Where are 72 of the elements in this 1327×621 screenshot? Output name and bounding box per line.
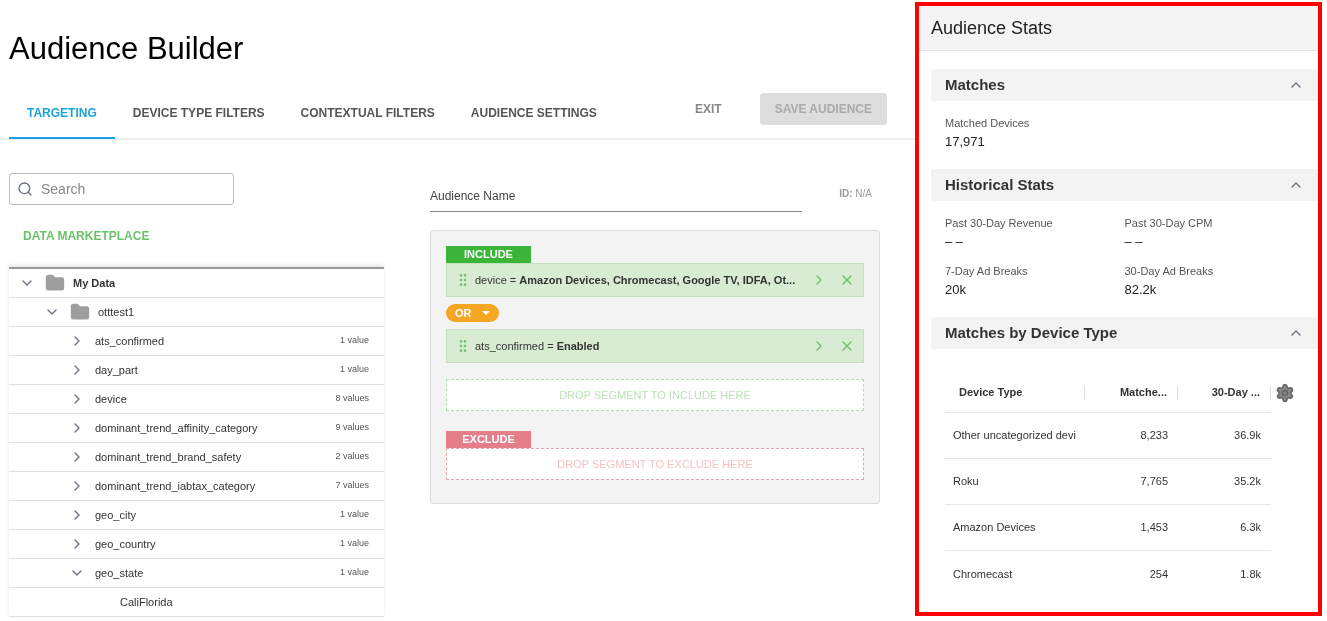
table-cell-text: 1.8k (1239, 566, 1262, 582)
exit-button[interactable]: EXIT (694, 100, 722, 118)
tree-item-label[interactable]: day_part (95, 361, 138, 379)
metric-value: 17,971 (945, 132, 986, 151)
segment-chip[interactable]: ats_confirmed = Enabled (446, 329, 864, 363)
tab[interactable]: CONTEXTUAL FILTERS (282, 89, 453, 139)
value-count: 2 values (335, 450, 369, 464)
section-header[interactable]: Historical Stats (931, 169, 1318, 201)
tree-item-label[interactable]: otttest1 (98, 303, 135, 321)
section-title: Matches (945, 74, 1006, 95)
segment-text: ats_confirmed = Enabled (475, 338, 600, 354)
value-count: 1 value (339, 363, 369, 377)
caret-icon (481, 311, 490, 315)
value-count: 7 values (335, 479, 369, 493)
value-count: 1 value (339, 334, 369, 348)
table-cell-text: 254 (1148, 566, 1169, 582)
folder-icon (45, 273, 65, 293)
section-title: Matches by Device Type (945, 322, 1118, 343)
group-label: INCLUDE (446, 246, 531, 263)
column-header[interactable]: Device Type (959, 384, 1023, 401)
tree-item-label[interactable]: ats_confirmed (95, 332, 165, 350)
table-cell-text: 7,765 (1139, 474, 1169, 490)
table-cell-text: Amazon Devices (952, 520, 1037, 536)
table-cell-text: Other uncategorized devi (952, 428, 1077, 444)
metric-label: 30-Day Ad Breaks (1124, 264, 1215, 279)
tab[interactable]: AUDIENCE SETTINGS (452, 89, 615, 139)
tree-item-label[interactable]: dominant_trend_brand_safety (95, 448, 242, 466)
table-cell-text: 8,233 (1139, 428, 1169, 444)
tree-item-label[interactable]: dominant_trend_affinity_category (95, 419, 258, 437)
page-title: Audience Builder (8, 30, 245, 68)
folder-icon (70, 302, 90, 322)
section-header[interactable]: Matches by Device Type (931, 317, 1318, 349)
metric-value: – – (945, 232, 965, 251)
segment-text: device = Amazon Devices, Chromecast, Google TV, IDFA, Ot... (475, 272, 796, 288)
section-title: Historical Stats (945, 174, 1055, 195)
panel-title: Audience Stats (931, 16, 1053, 40)
table-cell-text: 35.2k (1233, 474, 1262, 490)
tree-item-label[interactable]: geo_city (95, 506, 136, 524)
table-cell-text: 1,453 (1139, 520, 1169, 536)
tree-item-label[interactable]: geo_state (95, 564, 144, 582)
column-header[interactable]: Matche... (1119, 384, 1167, 401)
tree-item-label[interactable]: device (95, 390, 127, 408)
metric-label: 7-Day Ad Breaks (945, 264, 1029, 279)
metric-value: – – (1124, 232, 1144, 251)
value-count: 1 value (339, 566, 369, 580)
tree-item-label[interactable]: geo_country (95, 535, 156, 553)
value-count: 9 values (335, 421, 369, 435)
value-count: 1 value (339, 508, 369, 522)
audience-id: ID: N/A (839, 187, 872, 201)
tree-item-label[interactable]: CaliFlorida (120, 593, 173, 611)
section-header[interactable]: Matches (931, 69, 1318, 101)
metric-label: Matched Devices (945, 116, 1031, 131)
segment-chip[interactable]: device = Amazon Devices, Chromecast, Google TV, IDFA, Ot... (446, 263, 864, 297)
metric-value: 82.2k (1124, 280, 1158, 299)
group-label: EXCLUDE (446, 431, 531, 448)
settings-icon[interactable] (1275, 383, 1295, 403)
column-header[interactable]: 30-Day ... (1211, 384, 1260, 401)
tree-item-label[interactable]: My Data (73, 274, 116, 292)
search-field[interactable]: Search (9, 173, 234, 205)
search-icon (17, 181, 33, 197)
table-cell-text: 6.3k (1239, 520, 1262, 536)
table-cell-text: 36.9k (1233, 428, 1262, 444)
table-cell-text: Roku (952, 474, 980, 490)
metric-label: Past 30-Day CPM (1124, 216, 1214, 231)
tree-item-label[interactable]: dominant_trend_iabtax_category (95, 477, 256, 495)
metric-label: Past 30-Day Revenue (945, 216, 1054, 231)
audience-name-field[interactable]: Audience Name (430, 180, 802, 212)
tab[interactable]: DEVICE TYPE FILTERS (114, 89, 283, 139)
value-count: 1 value (339, 537, 369, 551)
table-cell-text: Chromecast (952, 566, 1014, 582)
value-count: 8 values (335, 392, 369, 406)
metric-value: 20k (945, 280, 967, 299)
